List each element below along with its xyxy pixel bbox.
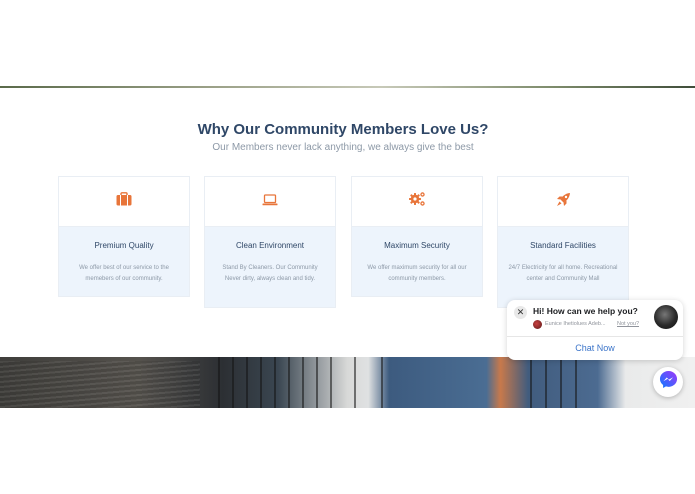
gears-icon bbox=[408, 191, 426, 212]
chat-widget: ✕ Hi! How can we help you? Eunice Ihetio… bbox=[507, 300, 683, 360]
close-icon[interactable]: ✕ bbox=[514, 306, 527, 319]
card-text: We offer maximum security for all our co… bbox=[367, 265, 467, 282]
briefcase-icon bbox=[116, 192, 132, 211]
messenger-button[interactable] bbox=[653, 367, 683, 397]
laptop-icon bbox=[262, 193, 278, 211]
user-avatar-small bbox=[533, 320, 542, 329]
chat-user-name: Eunice Ihetiolues Adeb... bbox=[545, 321, 606, 327]
chat-divider bbox=[507, 336, 683, 337]
not-you-link[interactable]: Not you? bbox=[617, 321, 639, 327]
feature-card-maximum-security: Maximum Security We offer maximum securi… bbox=[351, 176, 483, 297]
header-area bbox=[0, 0, 695, 87]
page: Why Our Community Members Love Us? Our M… bbox=[0, 0, 695, 494]
card-text: Stand By Cleaners. Our Community Never d… bbox=[222, 265, 318, 282]
header-divider bbox=[0, 86, 695, 88]
rocket-icon bbox=[556, 192, 571, 212]
card-title: Standard Facilities bbox=[530, 241, 596, 250]
chat-greeting: Hi! How can we help you? bbox=[533, 306, 638, 316]
feature-card-standard-facilities: Standard Facilities 24/7 Electricity for… bbox=[497, 176, 629, 308]
chat-now-button[interactable]: Chat Now bbox=[507, 343, 683, 353]
card-title: Maximum Security bbox=[384, 241, 450, 250]
card-title: Premium Quality bbox=[94, 241, 154, 250]
card-text: We offer best of our service to the meme… bbox=[79, 265, 169, 282]
card-text: 24/7 Electricity for all home. Recreatio… bbox=[508, 265, 618, 282]
messenger-icon bbox=[659, 370, 678, 394]
feature-card-clean-environment: Clean Environment Stand By Cleaners. Our… bbox=[204, 176, 336, 308]
building-photo bbox=[0, 357, 695, 408]
section-title: Why Our Community Members Love Us? bbox=[197, 121, 489, 138]
page-avatar bbox=[654, 305, 678, 329]
feature-card-premium-quality: Premium Quality We offer best of our ser… bbox=[58, 176, 190, 297]
card-title: Clean Environment bbox=[235, 241, 305, 250]
section-subtitle: Our Members never lack anything, we alwa… bbox=[212, 142, 474, 153]
